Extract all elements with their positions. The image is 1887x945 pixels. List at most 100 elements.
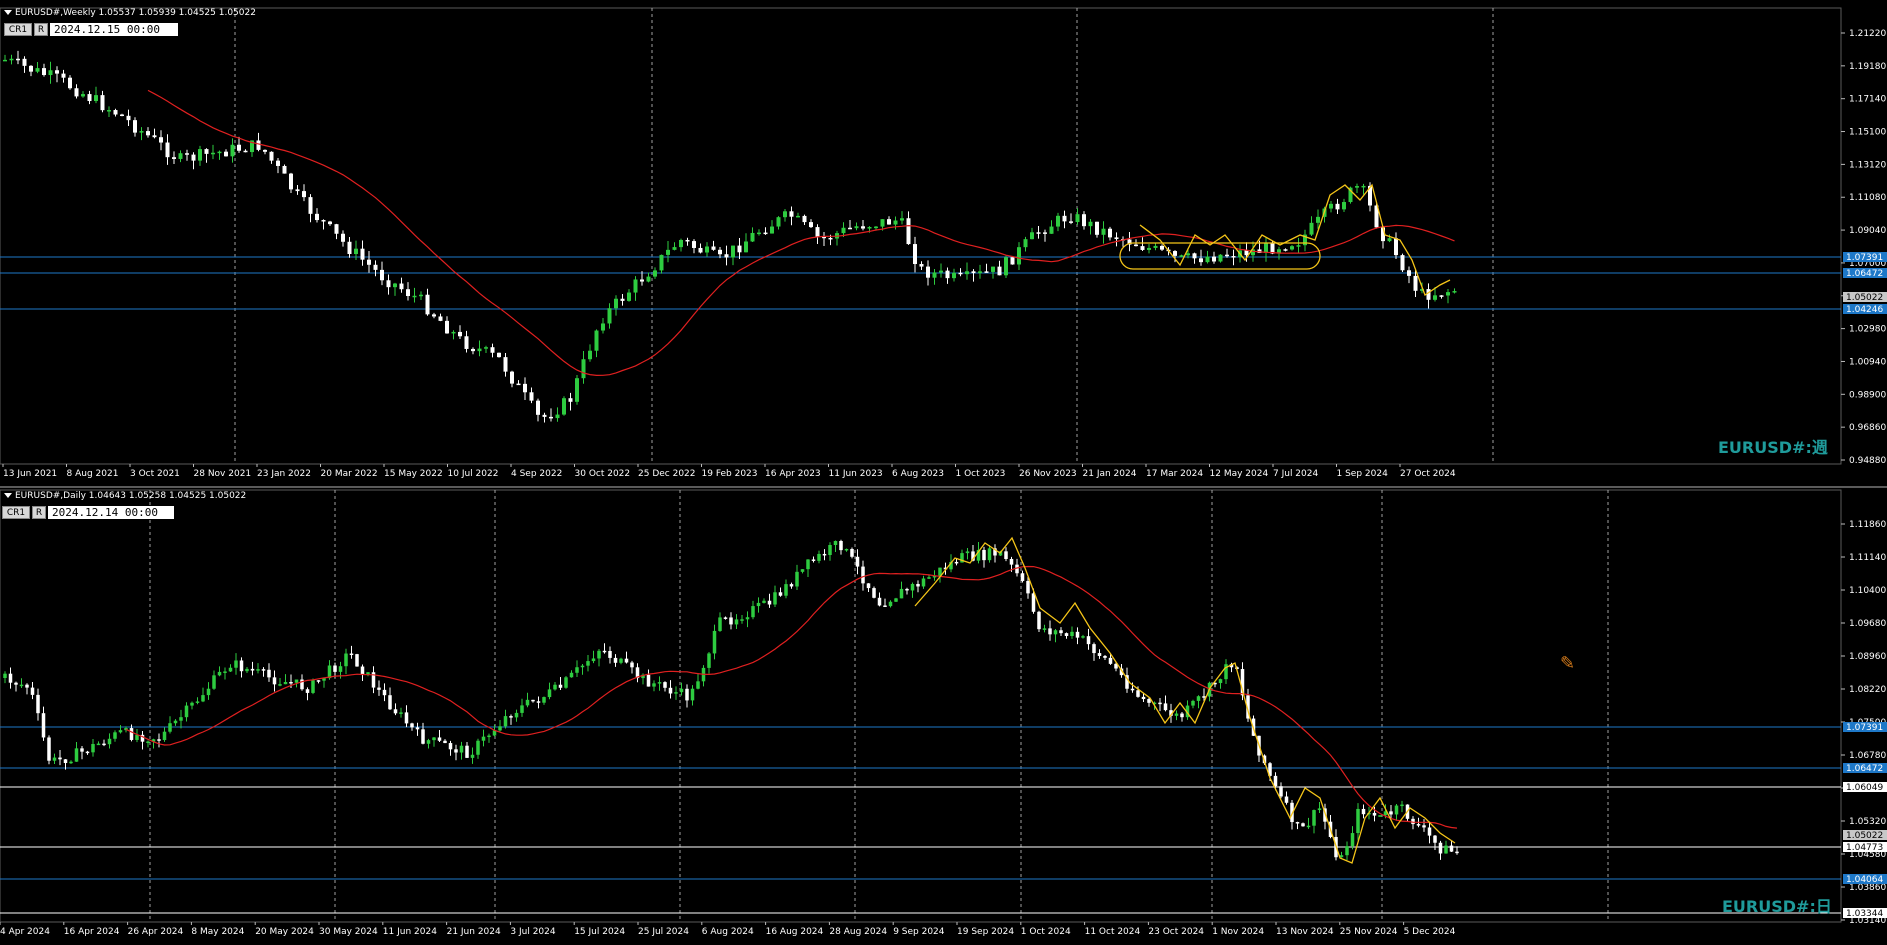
candle-body <box>1290 246 1294 250</box>
candle-body <box>594 330 599 351</box>
candle-body <box>294 679 299 683</box>
price-axis-label: 1.15100 <box>1849 128 1886 138</box>
candle-body <box>802 215 807 223</box>
candle-body <box>172 157 176 159</box>
time-axis-label: 8 May 2024 <box>191 927 244 937</box>
weekly-chart-panel[interactable]: 1.21220 1.19180 1.17140 1.15100 1.13120 1.110… <box>0 0 1887 486</box>
candle-body <box>958 272 963 275</box>
candle-body <box>932 272 937 278</box>
candle-body <box>553 684 557 690</box>
candle-body <box>789 211 794 217</box>
candle-body <box>1422 825 1426 828</box>
candle-body <box>1279 786 1283 797</box>
candle-body <box>425 294 430 315</box>
daily-chart-canvas[interactable]: 1.11860 1.11140 1.10400 1.09680 1.08960 1.082… <box>0 488 1887 945</box>
candle-body <box>1092 644 1096 654</box>
candle-body <box>1140 246 1145 250</box>
candle-body <box>795 571 799 587</box>
time-axis-label: 25 Nov 2024 <box>1340 927 1398 937</box>
time-axis-label: 11 Jun 2024 <box>383 927 437 937</box>
candle-body <box>1218 254 1223 262</box>
candle-body <box>1355 186 1359 188</box>
candle-body <box>477 348 482 352</box>
candle-body <box>159 137 163 143</box>
candle-body <box>613 657 618 663</box>
candle-body <box>773 592 777 605</box>
weekly-chart-canvas[interactable]: 1.21220 1.19180 1.17140 1.15100 1.13120 1.110… <box>0 0 1887 486</box>
candle-body <box>1316 216 1320 223</box>
candle-body <box>35 68 40 72</box>
candle-body <box>1342 202 1346 210</box>
candle-body <box>19 684 24 687</box>
candle-body <box>723 617 728 619</box>
candle-body <box>698 247 703 253</box>
candle-body <box>454 749 458 753</box>
candle-body <box>1082 214 1086 227</box>
candle-body <box>1192 253 1197 259</box>
r-button-weekly[interactable]: R <box>34 23 48 36</box>
candle-body <box>841 227 846 234</box>
candle-body <box>399 283 404 290</box>
candle-body <box>633 279 638 293</box>
candle-body <box>926 266 930 278</box>
candle-body <box>712 630 717 654</box>
candle-body <box>465 745 469 758</box>
candle-body <box>184 705 189 718</box>
price-axis-label: 1.08960 <box>1849 652 1886 662</box>
candle-body <box>657 682 662 684</box>
candle-body <box>1273 775 1278 787</box>
plot-frame <box>0 489 1842 923</box>
candle-body <box>471 348 475 352</box>
candle-body <box>1009 558 1014 565</box>
candle-body <box>157 739 161 741</box>
candle-body <box>1075 631 1080 638</box>
candle-body <box>168 723 172 732</box>
candle-body <box>666 249 670 255</box>
candle-body <box>815 227 820 237</box>
candle-body <box>776 217 781 227</box>
daily-cursor-date: 2024.12.14 00:00 <box>48 506 174 519</box>
cr1-button-weekly[interactable]: CR1 <box>4 23 32 36</box>
candle-body <box>448 743 453 750</box>
candle-body <box>887 219 891 225</box>
candle-body <box>74 88 79 97</box>
time-axis-label: 16 Apr 2024 <box>64 927 120 937</box>
collapse-triangle-icon[interactable] <box>4 493 12 498</box>
candle-body <box>9 58 14 61</box>
daily-header-text: EURUSD#,Daily 1.04643 1.05258 1.04525 1.… <box>15 491 247 501</box>
time-axis-label: 10 Jul 2022 <box>448 469 499 479</box>
candle-body <box>3 673 7 678</box>
candle-body <box>1064 633 1069 637</box>
candle-body <box>1101 228 1106 235</box>
candle-body <box>1023 239 1028 248</box>
time-axis-label: 19 Sep 2024 <box>957 927 1014 937</box>
candle-body <box>809 222 813 228</box>
candle-body <box>1394 238 1398 256</box>
candle-body <box>347 241 352 254</box>
candle-body <box>762 600 766 603</box>
candle-body <box>1130 688 1135 691</box>
candle-body <box>263 149 267 152</box>
candle-body <box>334 224 339 234</box>
candle-body <box>305 689 310 693</box>
horizontal-line-price-label: 1.06049 <box>1846 783 1883 793</box>
candle-body <box>900 218 904 221</box>
time-axis-label: 13 Jun 2021 <box>3 469 57 479</box>
candle-body <box>1433 835 1437 843</box>
candle-body <box>1097 653 1102 656</box>
candle-body <box>569 672 574 678</box>
collapse-triangle-icon[interactable] <box>4 10 12 15</box>
r-button-daily[interactable]: R <box>32 506 46 519</box>
daily-chart-panel[interactable]: 1.11860 1.11140 1.10400 1.09680 1.08960 1.082… <box>0 488 1887 945</box>
horizontal-line-price-label: 1.03344 <box>1846 909 1883 919</box>
candle-body <box>498 726 502 731</box>
cr1-button-daily[interactable]: CR1 <box>2 506 30 519</box>
time-axis-label: 17 Mar 2024 <box>1146 469 1203 479</box>
horizontal-line-price-label: 1.07391 <box>1846 253 1883 263</box>
candle-body <box>458 331 462 337</box>
candle-body <box>514 712 519 718</box>
candle-body <box>267 669 271 678</box>
candle-body <box>74 748 79 762</box>
candle-body <box>191 154 196 161</box>
candle-body <box>406 289 410 297</box>
